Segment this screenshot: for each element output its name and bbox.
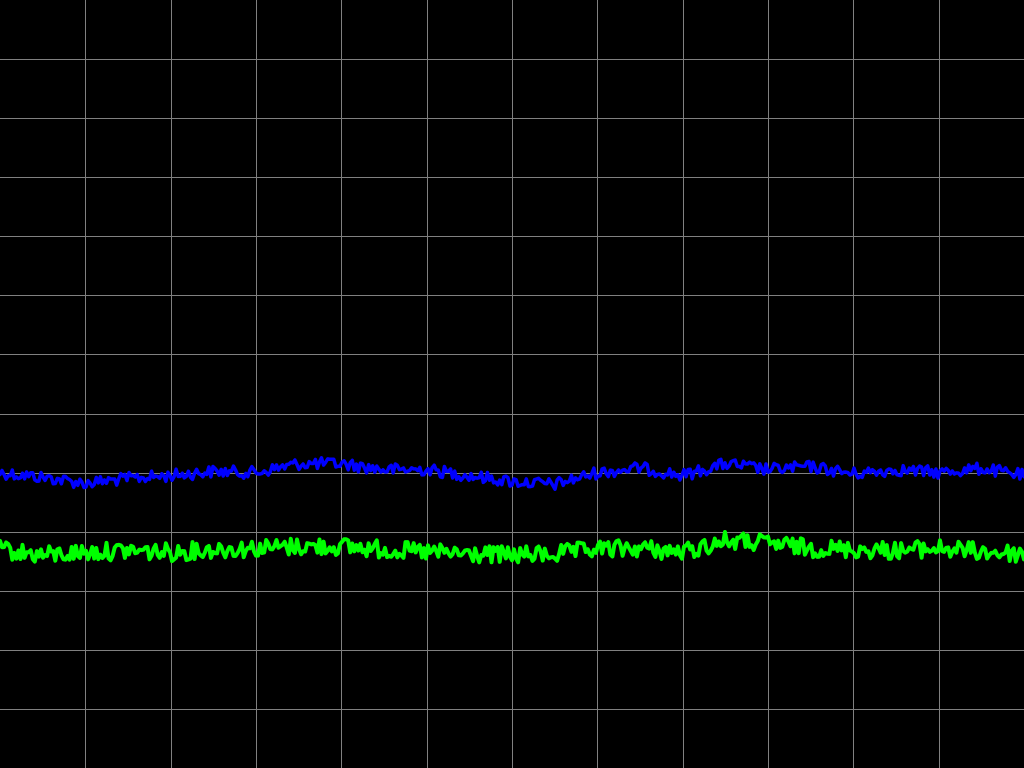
oscilloscope-display <box>0 0 1024 768</box>
